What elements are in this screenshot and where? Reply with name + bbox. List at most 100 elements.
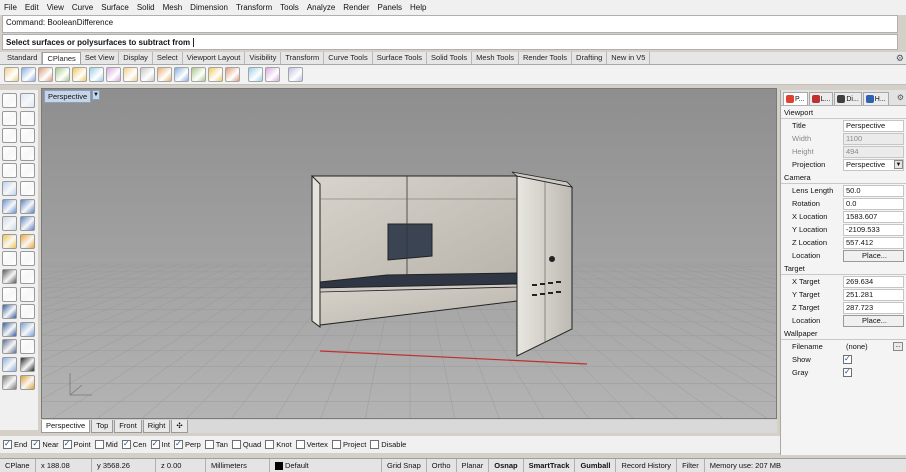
osnap-disable-checkbox[interactable] — [370, 440, 380, 449]
cplane-to-object-icon[interactable] — [89, 67, 104, 82]
x-target-field[interactable]: 269.634 — [843, 275, 904, 288]
menu-help[interactable]: Help — [410, 3, 426, 12]
fillet-curve-icon[interactable] — [20, 163, 35, 179]
panel-gear-icon[interactable]: ⚙ — [897, 93, 904, 102]
viewport-tab-top[interactable]: Top — [91, 420, 114, 433]
projection-select[interactable]: Perspective ▼ — [843, 158, 904, 171]
command-prompt[interactable]: Select surfaces or polysurfaces to subtr… — [2, 34, 898, 50]
help-tab[interactable]: H... — [862, 92, 889, 105]
revolve-icon[interactable] — [20, 180, 35, 196]
arc-icon[interactable] — [20, 128, 35, 144]
osnap-project[interactable]: Project — [331, 440, 366, 449]
cplane-3-points-icon[interactable] — [106, 67, 121, 82]
tab-standard[interactable]: Standard — [3, 52, 43, 64]
osnap-cen[interactable]: Cen — [121, 439, 147, 449]
osnap-tan-checkbox[interactable] — [204, 440, 214, 449]
target-section[interactable]: Target — [781, 262, 906, 275]
smarttrack-toggle[interactable]: SmartTrack — [524, 458, 576, 472]
filter-toggle[interactable]: Filter — [677, 458, 705, 472]
set-cplane-to-surface-icon[interactable] — [265, 67, 280, 82]
menu-surface[interactable]: Surface — [101, 3, 129, 12]
ortho-toggle[interactable]: Ortho — [427, 458, 457, 472]
viewport-section[interactable]: Viewport — [781, 106, 906, 119]
camera-section[interactable]: Camera — [781, 171, 906, 184]
set-cplane-origin-icon[interactable] — [4, 67, 19, 82]
grid-snap-toggle[interactable]: Grid Snap — [382, 458, 427, 472]
cplane-perpendicular-icon[interactable] — [157, 67, 172, 82]
dimension-icon[interactable] — [20, 304, 35, 320]
x-location-field[interactable]: 1583.607 — [843, 210, 904, 223]
properties-icon[interactable] — [20, 374, 35, 390]
title-field[interactable]: Perspective — [843, 119, 904, 132]
osnap-near-checkbox[interactable] — [31, 439, 41, 449]
cylinder-icon[interactable] — [2, 216, 17, 232]
gray-checkbox[interactable] — [843, 367, 852, 377]
osnap-perp[interactable]: Perp — [173, 439, 201, 449]
osnap-quad[interactable]: Quad — [231, 440, 261, 449]
osnap-end-checkbox[interactable] — [3, 439, 12, 449]
named-cplanes-icon[interactable] — [225, 67, 240, 82]
osnap-tan[interactable]: Tan — [204, 440, 228, 449]
osnap-int-checkbox[interactable] — [150, 439, 160, 449]
osnap-mid[interactable]: Mid — [94, 440, 118, 449]
cplane-x-axis-icon[interactable] — [123, 67, 138, 82]
target-place-button[interactable]: Place... — [843, 314, 904, 327]
viewport-title[interactable]: Perspective — [44, 90, 92, 103]
osnap-knot-checkbox[interactable] — [265, 440, 275, 449]
menu-tools[interactable]: Tools — [280, 3, 299, 12]
explode-icon[interactable] — [20, 233, 35, 249]
rotate-icon[interactable] — [20, 268, 35, 284]
osnap-point-checkbox[interactable] — [62, 439, 72, 449]
analyze-icon[interactable] — [20, 356, 35, 372]
y-target-field[interactable]: 251.281 — [843, 288, 904, 301]
perspective-viewport[interactable]: Perspective ▼ — [41, 88, 777, 419]
menu-dimension[interactable]: Dimension — [190, 3, 228, 12]
rotation-field[interactable]: 0.0 — [843, 197, 904, 210]
osnap-point[interactable]: Point — [62, 439, 91, 449]
text-icon[interactable] — [2, 304, 17, 320]
trim-icon[interactable] — [2, 251, 17, 267]
menu-panels[interactable]: Panels — [378, 3, 402, 12]
tab-drafting[interactable]: Drafting — [572, 52, 608, 64]
tab-new-in-v5[interactable]: New in V5 — [607, 52, 651, 64]
viewport-tab-front[interactable]: Front — [114, 420, 142, 433]
show-checkbox[interactable] — [843, 354, 852, 364]
group-icon[interactable] — [2, 321, 17, 337]
previous-cplane-icon[interactable] — [191, 67, 206, 82]
gear-icon[interactable]: ⚙ — [896, 53, 904, 64]
osnap-vertex-checkbox[interactable] — [295, 440, 305, 449]
scale-icon[interactable] — [20, 339, 35, 355]
tab-select[interactable]: Select — [153, 52, 183, 64]
extrude-icon[interactable] — [2, 180, 17, 196]
add-viewport-icon[interactable]: ✣ — [171, 420, 188, 433]
menu-transform[interactable]: Transform — [236, 3, 272, 12]
ellipse-icon[interactable] — [2, 163, 17, 179]
browse-button[interactable]: ... — [893, 342, 903, 351]
set-cplane-elevation-icon[interactable] — [21, 67, 36, 82]
osnap-end[interactable]: End — [3, 439, 27, 449]
point-icon[interactable] — [2, 268, 17, 284]
tab-cplanes[interactable]: CPlanes — [42, 52, 81, 64]
osnap-near[interactable]: Near — [31, 439, 59, 449]
chevron-down-icon[interactable]: ▼ — [894, 160, 903, 169]
tab-set-view[interactable]: Set View — [81, 52, 120, 64]
viewport-menu-arrow-icon[interactable]: ▼ — [92, 90, 100, 100]
circle-icon[interactable] — [2, 128, 17, 144]
menu-edit[interactable]: Edit — [25, 3, 39, 12]
menu-render[interactable]: Render — [343, 3, 369, 12]
array-icon[interactable] — [2, 339, 17, 355]
sphere-icon[interactable] — [20, 198, 35, 214]
cplane-world-top-icon[interactable] — [38, 67, 53, 82]
cplane-world-front-icon[interactable] — [72, 67, 87, 82]
lens-field[interactable]: 50.0 — [843, 184, 904, 197]
properties-tab[interactable]: P... — [783, 92, 808, 105]
tab-display[interactable]: Display — [119, 52, 153, 64]
rectangle-icon[interactable] — [20, 145, 35, 161]
z-target-field[interactable]: 287.723 — [843, 301, 904, 314]
menu-view[interactable]: View — [47, 3, 64, 12]
osnap-int[interactable]: Int — [150, 439, 170, 449]
status-units[interactable]: Millimeters — [206, 458, 270, 472]
tab-transform[interactable]: Transform — [281, 52, 325, 64]
layers-tab[interactable]: L... — [808, 92, 834, 105]
record-history-toggle[interactable]: Record History — [616, 458, 678, 472]
